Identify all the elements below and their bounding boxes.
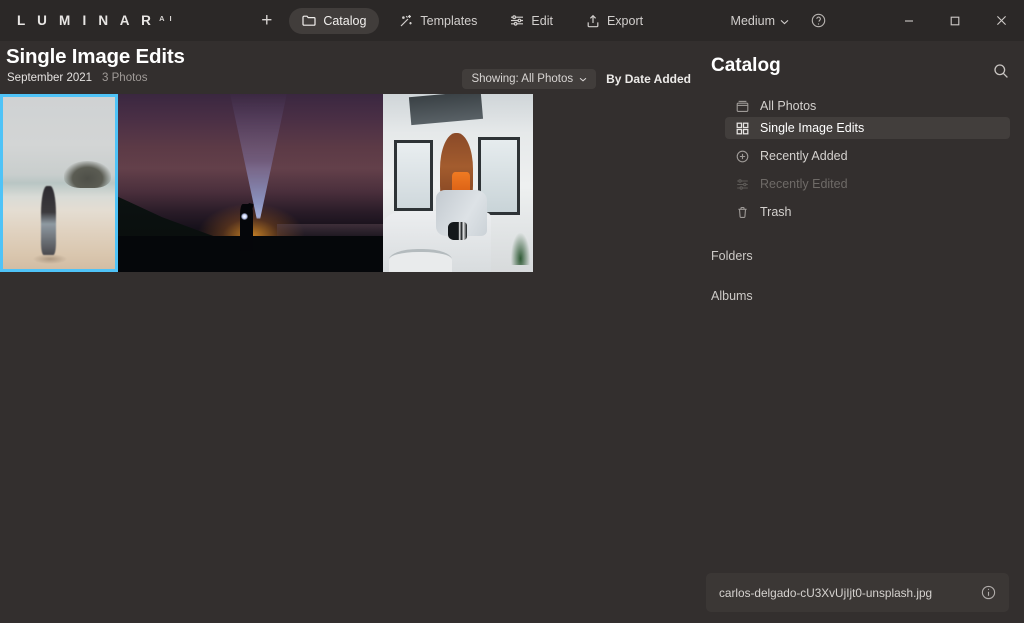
collection-header: Single Image Edits September 2021 3 Phot…	[0, 41, 703, 94]
app-logo: L U M I N A R A I	[17, 13, 173, 28]
sidebar-item-label: Recently Added	[760, 149, 848, 163]
tab-export-label: Export	[606, 13, 644, 28]
showing-filter-dropdown[interactable]: Showing: All Photos	[462, 69, 597, 89]
brand-suffix: A I	[159, 14, 174, 23]
search-icon[interactable]	[993, 63, 1009, 84]
toolbar-right: Medium	[731, 0, 1024, 41]
tab-templates[interactable]: Templates	[386, 8, 490, 34]
sidebar-item-label: Single Image Edits	[760, 121, 865, 135]
header-filters: Showing: All Photos By Date Added	[462, 69, 691, 89]
chevron-down-icon	[579, 73, 587, 85]
tab-catalog[interactable]: Catalog	[289, 7, 380, 34]
folder-icon	[302, 14, 316, 27]
photo-count: 3 Photos	[102, 72, 148, 84]
zoom-level-label: Medium	[730, 13, 775, 28]
sidebar-item-label: Recently Edited	[760, 177, 848, 191]
sidebar-item-label: Trash	[760, 205, 792, 219]
trash-icon	[735, 206, 750, 219]
export-icon	[586, 14, 600, 28]
page-title: Single Image Edits	[6, 45, 185, 68]
photo-grid	[0, 94, 533, 272]
sidebar-item-recently-added[interactable]: Recently Added	[725, 145, 1010, 167]
section-albums[interactable]: Albums	[711, 289, 1024, 303]
filename-label: carlos-delgado-cU3XvUjIjt0-unsplash.jpg	[719, 585, 933, 600]
flashlight-beam	[229, 94, 288, 219]
luminar-ai-window: L U M I N A R A I + Catalog Templates Ed…	[0, 0, 1024, 623]
thumbnail-image	[3, 97, 115, 269]
window-left	[393, 140, 433, 212]
photos-icon	[735, 100, 750, 113]
thumbnail-image	[118, 94, 383, 272]
tab-edit[interactable]: Edit	[497, 8, 566, 34]
templates-icon	[399, 14, 413, 28]
sidebar-item-all-photos[interactable]: All Photos	[725, 95, 1010, 117]
showing-filter-label: Showing: All Photos	[471, 73, 574, 85]
sort-order-button[interactable]: By Date Added	[606, 72, 691, 86]
catalog-panel: Catalog All Photos Single Image Edits Re…	[703, 41, 1024, 623]
plus-circle-icon	[735, 150, 750, 163]
brand-name: L U M I N A R	[17, 13, 156, 28]
tab-templates-label: Templates	[420, 13, 478, 28]
toolbar-nav: + Catalog Templates Edit Export	[251, 7, 656, 34]
panel-title: Catalog	[711, 55, 781, 76]
section-folders[interactable]: Folders	[711, 249, 1024, 263]
night-sky-flashlight-thumbnail[interactable]	[118, 94, 383, 272]
close-button[interactable]	[978, 0, 1024, 41]
filename-bar: carlos-delgado-cU3XvUjIjt0-unsplash.jpg	[706, 573, 1009, 612]
maximize-button[interactable]	[932, 0, 978, 41]
tab-catalog-label: Catalog	[323, 13, 367, 28]
minimize-button[interactable]	[886, 0, 932, 41]
ceiling-beam	[408, 94, 484, 126]
sliders-icon	[510, 14, 524, 27]
sliders-icon	[735, 178, 750, 191]
collection-meta: September 2021 3 Photos	[7, 72, 147, 84]
zoom-level-dropdown[interactable]: Medium	[731, 14, 789, 28]
top-toolbar: L U M I N A R A I + Catalog Templates Ed…	[0, 0, 1024, 41]
help-circle-icon[interactable]	[811, 13, 826, 28]
beach-walk-thumbnail[interactable]	[0, 94, 118, 272]
thumbnail-image	[383, 94, 533, 272]
sidebar-item-single-image-edits[interactable]: Single Image Edits	[725, 117, 1010, 139]
sidebar-item-trash[interactable]: Trash	[725, 201, 1010, 223]
round-table	[389, 248, 452, 272]
sidebar-item-recently-edited: Recently Edited	[725, 173, 1010, 195]
chevron-down-icon	[780, 14, 789, 28]
tab-export[interactable]: Export	[573, 8, 656, 34]
info-circle-icon[interactable]	[981, 585, 996, 600]
potted-plant	[510, 232, 530, 265]
sidebar-item-label: All Photos	[760, 99, 817, 113]
sneaker	[447, 222, 467, 240]
grid-icon	[735, 122, 750, 135]
collection-date: September 2021	[7, 72, 93, 84]
rock-formation	[63, 160, 111, 189]
tab-edit-label: Edit	[531, 13, 553, 28]
catalog-nav: All Photos Single Image Edits Recently A…	[703, 95, 1024, 303]
sand-shadow	[33, 253, 67, 264]
indoor-portrait-thumbnail[interactable]	[383, 94, 533, 272]
add-button[interactable]: +	[251, 7, 282, 34]
